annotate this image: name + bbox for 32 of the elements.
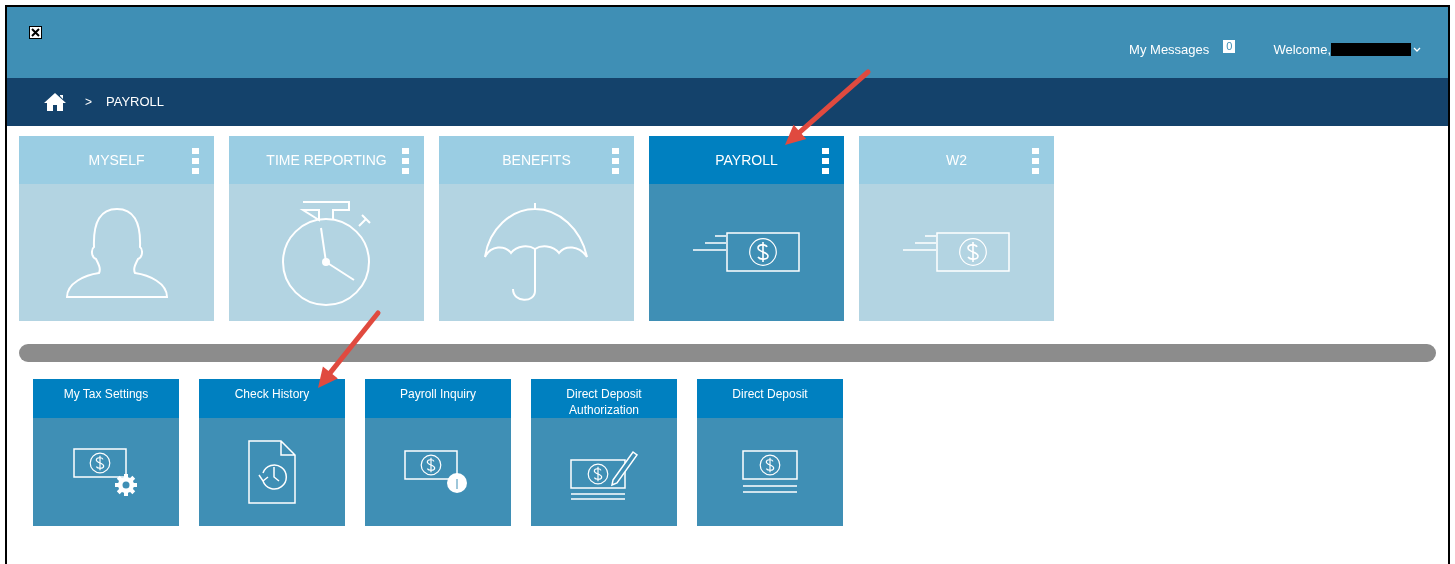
- broken-image-icon: [29, 26, 42, 39]
- welcome-text: Welcome,: [1273, 41, 1331, 59]
- function-tile[interactable]: Check History: [199, 379, 345, 526]
- home-icon[interactable]: [43, 92, 67, 112]
- function-tile[interactable]: Direct Deposit Authorization: [531, 379, 677, 526]
- tile-title: MYSELF: [88, 150, 145, 170]
- tile-title: W2: [946, 150, 967, 170]
- function-tile[interactable]: Payroll Inquiry: [365, 379, 511, 526]
- tile-title: Check History: [233, 386, 311, 402]
- money-icon: [692, 230, 801, 275]
- breadcrumb-separator: >: [85, 94, 92, 111]
- tile-title: Direct Deposit Authorization: [565, 386, 643, 418]
- tile-title: Payroll Inquiry: [399, 386, 477, 402]
- category-tile[interactable]: PAYROLL: [649, 136, 844, 321]
- tile-title: BENEFITS: [502, 150, 571, 170]
- function-tile[interactable]: My Tax Settings: [33, 379, 179, 526]
- money-icon: [902, 230, 1011, 275]
- messages-link[interactable]: My Messages: [1129, 40, 1210, 60]
- money-gear-icon: [72, 447, 140, 497]
- tile-title: TIME REPORTING: [266, 150, 387, 170]
- breadcrumb-current: PAYROLL: [106, 93, 165, 112]
- tile-title: My Tax Settings: [62, 386, 150, 402]
- tile-title: Direct Deposit: [731, 386, 809, 402]
- document-history-icon: [247, 439, 297, 505]
- tile-title: PAYROLL: [715, 150, 778, 170]
- money-lines-icon: [741, 449, 799, 495]
- message-count-badge[interactable]: 0: [1223, 40, 1236, 54]
- chevron-down-icon[interactable]: [1413, 46, 1421, 53]
- person-icon: [64, 206, 169, 299]
- function-tile[interactable]: Direct Deposit: [697, 379, 843, 526]
- stopwatch-icon: [280, 199, 373, 306]
- kebab-menu-icon[interactable]: [822, 148, 829, 175]
